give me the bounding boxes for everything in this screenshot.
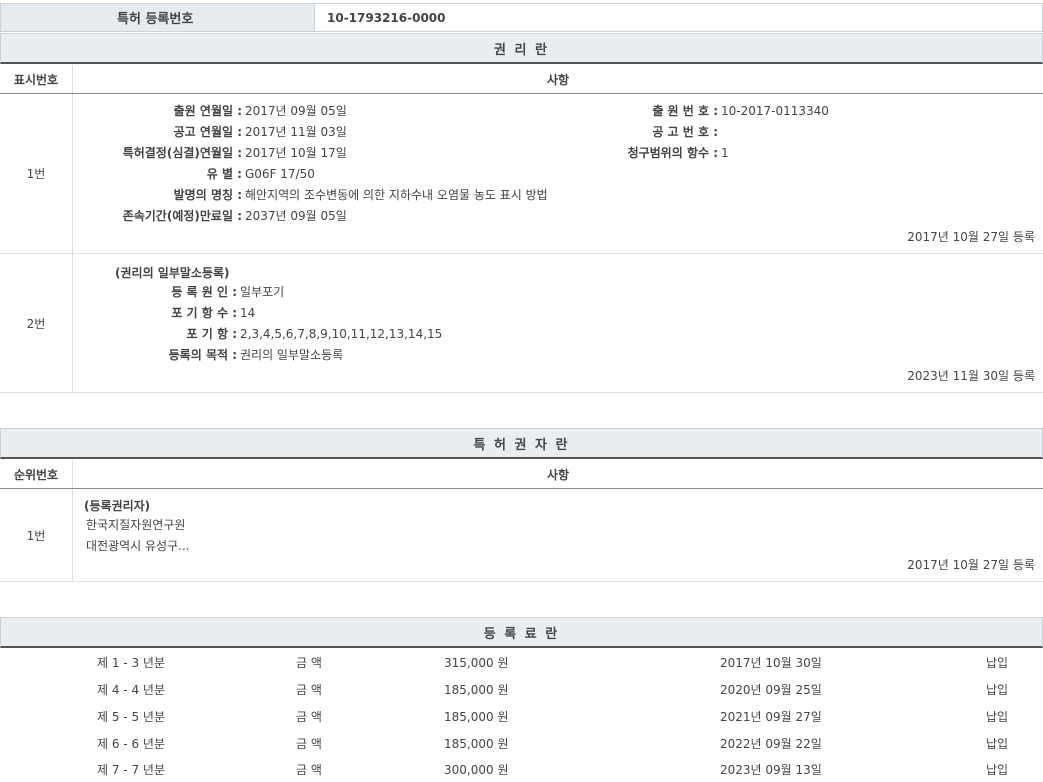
holder-row-1: 1번 (등록권리자) 한국지질자원연구원 대전광역시 유성구... 2017년 … bbox=[0, 489, 1043, 582]
fee-row: 제 4 - 4 년분 금 액 185,000 원 2020년 09월 25일 납… bbox=[0, 675, 1043, 702]
fee-amount-label: 금 액 bbox=[296, 708, 322, 725]
fee-section-title: 등 록 료 란 bbox=[0, 617, 1043, 648]
field-reg-cause: 등 록 원 인 : bbox=[73, 282, 237, 303]
col-content-header: 사항 bbox=[73, 65, 1043, 93]
fee-amount-label: 금 액 bbox=[296, 681, 322, 698]
fee-amount: 315,000 원 bbox=[444, 654, 508, 671]
field-waived-count: 포 기 항 수 : bbox=[73, 303, 237, 324]
fee-period: 제 6 - 6 년분 bbox=[97, 735, 165, 752]
holder-sub-title: (등록권리자) bbox=[84, 497, 150, 514]
field-publication-date: 공고 연월일 : bbox=[73, 122, 242, 143]
fee-period: 제 5 - 5 년분 bbox=[97, 708, 165, 725]
fee-payment-date: 2020년 09월 25일 bbox=[720, 681, 822, 698]
col-content-header: 사항 bbox=[73, 460, 1043, 488]
rights-row-1: 1번 출원 연월일 : 2017년 09월 05일 공고 연월일 : 2017년… bbox=[0, 94, 1043, 254]
row-number: 1번 bbox=[0, 489, 73, 581]
fee-payment-date: 2021년 09월 27일 bbox=[720, 708, 822, 725]
fee-amount-label: 금 액 bbox=[296, 761, 322, 778]
field-expiry-date-value: 2037년 09월 05일 bbox=[245, 206, 347, 227]
fee-status: 납입 bbox=[986, 708, 1008, 725]
field-application-number-value: 10-2017-0113340 bbox=[721, 101, 829, 122]
registration-date: 2017년 10월 27일 등록 bbox=[907, 556, 1035, 573]
field-reg-purpose: 등록의 목적 : bbox=[73, 345, 237, 366]
field-application-date: 출원 연월일 : bbox=[73, 101, 242, 122]
fee-amount-label: 금 액 bbox=[296, 735, 322, 752]
row-number: 2번 bbox=[0, 254, 73, 392]
fee-status: 납입 bbox=[986, 761, 1008, 778]
fee-amount: 185,000 원 bbox=[444, 708, 508, 725]
patent-reg-label: 특허 등록번호 bbox=[1, 4, 315, 31]
col-rank-header: 순위번호 bbox=[0, 460, 73, 488]
field-publication-date-value: 2017년 11월 03일 bbox=[245, 122, 347, 143]
rights-section-title: 권 리 란 bbox=[0, 33, 1043, 64]
holder-name: 한국지질자원연구원 bbox=[86, 516, 185, 533]
fee-period: 제 4 - 4 년분 bbox=[97, 681, 165, 698]
row-content: (권리의 일부말소등록) 등 록 원 인 : 일부포기 포 기 항 수 : 14… bbox=[73, 254, 1043, 392]
rights-column-header: 표시번호 사항 bbox=[0, 65, 1043, 94]
field-reg-purpose-value: 권리의 일부말소등록 bbox=[240, 345, 343, 366]
field-invention-title-value: 해안지역의 조수변동에 의한 지하수내 오염물 농도 표시 방법 bbox=[245, 185, 548, 206]
row-sub-title: (권리의 일부말소등록) bbox=[115, 264, 230, 281]
fee-period: 제 7 - 7 년분 bbox=[97, 761, 165, 778]
field-waived-claims-value: 2,3,4,5,6,7,8,9,10,11,12,13,14,15 bbox=[240, 324, 442, 345]
row-content: (등록권리자) 한국지질자원연구원 대전광역시 유성구... 2017년 10월… bbox=[73, 489, 1043, 581]
row-number: 1번 bbox=[0, 94, 73, 253]
holder-address: 대전광역시 유성구... bbox=[86, 537, 190, 554]
fee-period: 제 1 - 3 년분 bbox=[97, 654, 165, 671]
col-num-header: 표시번호 bbox=[0, 65, 73, 93]
field-classification-value: G06F 17/50 bbox=[245, 164, 315, 185]
field-reg-cause-value: 일부포기 bbox=[240, 282, 284, 303]
field-publication-number: 공 고 번 호 : bbox=[473, 122, 718, 143]
fee-status: 납입 bbox=[986, 654, 1008, 671]
fee-row: 제 7 - 7 년분 금 액 300,000 원 2023년 09월 13일 납… bbox=[0, 755, 1043, 782]
fee-row: 제 1 - 3 년분 금 액 315,000 원 2017년 10월 30일 납… bbox=[0, 648, 1043, 675]
fee-amount-label: 금 액 bbox=[296, 654, 322, 671]
field-application-date-value: 2017년 09월 05일 bbox=[245, 101, 347, 122]
registration-date: 2017년 10월 27일 등록 bbox=[907, 228, 1035, 245]
field-classification: 유 별 : bbox=[73, 164, 242, 185]
holder-section-title: 특 허 권 자 란 bbox=[0, 428, 1043, 459]
fee-status: 납입 bbox=[986, 735, 1008, 752]
field-claim-count-value: 1 bbox=[721, 143, 729, 164]
fee-amount: 185,000 원 bbox=[444, 735, 508, 752]
fee-payment-date: 2017년 10월 30일 bbox=[720, 654, 822, 671]
field-decision-date-value: 2017년 10월 17일 bbox=[245, 143, 347, 164]
patent-reg-bar: 특허 등록번호 10-1793216-0000 bbox=[0, 3, 1043, 32]
field-application-number: 출 원 번 호 : bbox=[473, 101, 718, 122]
fee-amount: 300,000 원 bbox=[444, 761, 508, 778]
registration-date: 2023년 11월 30일 등록 bbox=[907, 367, 1035, 384]
field-invention-title: 발명의 명칭 : bbox=[73, 185, 242, 206]
fee-status: 납입 bbox=[986, 681, 1008, 698]
field-expiry-date: 존속기간(예정)만료일 : bbox=[73, 206, 242, 227]
fee-payment-date: 2022년 09월 22일 bbox=[720, 735, 822, 752]
field-decision-date: 특허결정(심결)연월일 : bbox=[73, 143, 242, 164]
field-waived-count-value: 14 bbox=[240, 303, 255, 324]
fee-amount: 185,000 원 bbox=[444, 681, 508, 698]
holder-column-header: 순위번호 사항 bbox=[0, 460, 1043, 489]
fee-payment-date: 2023년 09월 13일 bbox=[720, 761, 822, 778]
rights-row-2: 2번 (권리의 일부말소등록) 등 록 원 인 : 일부포기 포 기 항 수 :… bbox=[0, 254, 1043, 393]
field-claim-count: 청구범위의 항수 : bbox=[473, 143, 718, 164]
field-waived-claims: 포 기 항 : bbox=[73, 324, 237, 345]
row-content: 출원 연월일 : 2017년 09월 05일 공고 연월일 : 2017년 11… bbox=[73, 94, 1043, 253]
patent-reg-value: 10-1793216-0000 bbox=[315, 4, 1042, 31]
fee-row: 제 6 - 6 년분 금 액 185,000 원 2022년 09월 22일 납… bbox=[0, 729, 1043, 756]
fee-row: 제 5 - 5 년분 금 액 185,000 원 2021년 09월 27일 납… bbox=[0, 702, 1043, 729]
